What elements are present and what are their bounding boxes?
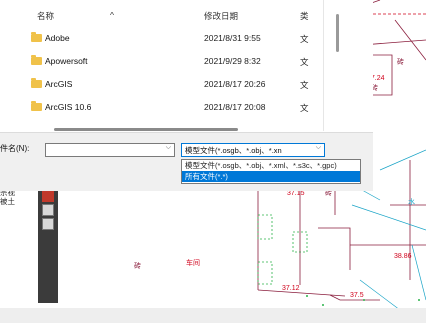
file-name-input[interactable]: ⌵ xyxy=(45,143,175,157)
file-type-value: 模型文件(*.osgb、*.obj、*.xn xyxy=(185,146,282,155)
file-type: 文 xyxy=(300,80,309,90)
folder-icon xyxy=(31,55,42,65)
road-label: 车间 xyxy=(186,260,200,267)
file-date: 2021/9/29 8:32 xyxy=(204,56,261,66)
file-date: 2021/8/17 20:08 xyxy=(204,102,266,112)
file-date: 2021/8/31 9:55 xyxy=(204,33,261,43)
file-name-label: 件名(N): xyxy=(0,144,30,153)
file-type: 文 xyxy=(300,57,309,67)
file-name: Apowersoft xyxy=(45,56,88,66)
file-type: 文 xyxy=(300,103,309,113)
file-name: ArcGIS xyxy=(45,79,73,89)
file-type: 文 xyxy=(300,34,309,44)
elevation-label: 37.15 xyxy=(287,190,305,197)
chevron-down-icon[interactable]: ⌵ xyxy=(313,144,321,152)
elevation-label: 37.5 xyxy=(350,292,364,299)
file-type-dropdown: 模型文件(*.osgb、*.obj、*.xml、*.s3c、*.gpc) 所有文… xyxy=(181,159,361,184)
material-label: 砖 xyxy=(134,263,141,270)
elevation-label: 38.86 xyxy=(394,253,412,260)
column-header-name[interactable]: 名称 xyxy=(37,10,54,22)
file-row[interactable]: Apowersoft 2021/9/29 8:32 文 xyxy=(22,51,317,73)
folder-icon xyxy=(31,101,42,111)
file-name: Adobe xyxy=(45,33,70,43)
status-bar xyxy=(0,308,426,323)
vertical-scrollbar[interactable] xyxy=(336,14,339,52)
water-label: 水 xyxy=(408,199,415,206)
file-row[interactable]: ArcGIS 2021/8/17 20:26 文 xyxy=(22,74,317,96)
horizontal-scrollbar[interactable] xyxy=(54,128,238,131)
file-row[interactable]: ArcGIS 10.6 2021/8/17 20:08 文 xyxy=(22,97,317,119)
file-type-option[interactable]: 模型文件(*.osgb、*.obj、*.xml、*.s3c、*.gpc) xyxy=(182,160,360,171)
file-name: ArcGIS 10.6 xyxy=(45,102,92,112)
column-header-date[interactable]: 修改日期 xyxy=(204,10,238,22)
file-date: 2021/8/17 20:26 xyxy=(204,79,266,89)
left-panel-line: 被土 xyxy=(0,197,15,206)
elevation-label: 37.12 xyxy=(282,285,300,292)
layer-icon[interactable] xyxy=(42,190,54,202)
file-row[interactable]: Adobe 2021/8/31 9:55 文 xyxy=(22,28,317,50)
folder-icon xyxy=(31,78,42,88)
sort-arrow-icon: ^ xyxy=(110,10,114,20)
file-type-select[interactable]: 模型文件(*.osgb、*.obj、*.xn ⌵ xyxy=(181,143,325,157)
material-label: 砖 xyxy=(397,59,404,66)
file-list: 名称 ^ 修改日期 类 Adobe 2021/8/31 9:55 文 Apowe… xyxy=(22,0,339,131)
column-header-type[interactable]: 类 xyxy=(300,10,309,22)
vertical-toolbar xyxy=(38,188,58,303)
chevron-down-icon[interactable]: ⌵ xyxy=(166,144,171,152)
select-icon[interactable] xyxy=(42,204,54,216)
file-type-option-selected[interactable]: 所有文件(*.*) xyxy=(182,171,360,182)
folder-icon xyxy=(31,32,42,42)
measure-icon[interactable] xyxy=(42,218,54,230)
